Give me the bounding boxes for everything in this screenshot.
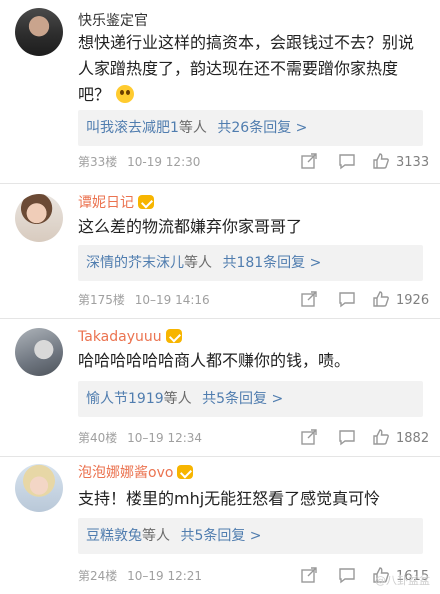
comment-icon[interactable] — [338, 428, 356, 446]
share-icon[interactable] — [300, 428, 318, 446]
username[interactable]: 谭妮日记 — [78, 194, 154, 212]
like-count: 1882 — [396, 431, 430, 446]
like-count: 1926 — [396, 293, 430, 308]
vip-badge-icon — [138, 195, 154, 209]
floor-number: 第175楼 — [78, 293, 125, 307]
username[interactable]: Takadayuuu — [78, 328, 182, 346]
floor-number: 第40楼 — [78, 431, 118, 445]
divider — [0, 456, 440, 457]
username-text[interactable]: Takadayuuu — [78, 329, 162, 345]
vip-badge-icon — [177, 465, 194, 479]
reply-preview[interactable]: 豆糕敦兔等人 共5条回复 > — [78, 518, 423, 554]
comment-text: 哈哈哈哈哈哈商人都不赚你的钱，啧。 — [78, 351, 351, 370]
reply-mid: 等人 — [142, 528, 170, 544]
reply-user[interactable]: 愉人节1919 — [86, 391, 164, 407]
username-text[interactable]: 谭妮日记 — [78, 195, 134, 211]
username-text[interactable]: 泡泡娜娜酱ovo — [78, 465, 173, 481]
divider — [0, 183, 440, 184]
avatar[interactable] — [15, 464, 63, 512]
timestamp: 10–19 12:21 — [127, 569, 203, 583]
avatar[interactable] — [15, 328, 63, 376]
comment-icon[interactable] — [338, 290, 356, 308]
reply-count[interactable]: 共5条回复 > — [202, 391, 283, 407]
comment-meta: 第175楼 10–19 14:16 — [78, 292, 210, 308]
timestamp: 10-19 12:30 — [127, 155, 201, 169]
watermark: @八卦盆盆 — [375, 574, 430, 587]
comment-meta: 第40楼 10–19 12:34 — [78, 430, 202, 446]
comment-text: 这么差的物流都嫌弃你家哥哥了 — [78, 217, 303, 236]
comment-text: 支持！楼里的mhj无能狂怒看了感觉真可怜 — [78, 489, 381, 508]
username[interactable]: 快乐鉴定官 — [78, 12, 148, 30]
reply-mid: 等人 — [178, 120, 207, 136]
like-icon[interactable] — [372, 152, 390, 170]
reply-count[interactable]: 共5条回复 > — [180, 528, 261, 544]
reply-user[interactable]: 深情的芥末沫儿 — [86, 255, 184, 271]
avatar[interactable] — [15, 194, 63, 242]
floor-number: 第24楼 — [78, 569, 118, 583]
comment-icon[interactable] — [338, 566, 356, 584]
share-icon[interactable] — [300, 152, 318, 170]
floor-number: 第33楼 — [78, 155, 118, 169]
comment-icon[interactable] — [338, 152, 356, 170]
reply-count[interactable]: 共26条回复 > — [217, 120, 307, 136]
username[interactable]: 泡泡娜娜酱ovo — [78, 464, 194, 482]
comment-meta: 第24楼 10–19 12:21 — [78, 568, 202, 584]
timestamp: 10–19 14:16 — [134, 293, 210, 307]
vip-badge-icon — [165, 329, 182, 343]
comment-text: 想快递行业这样的搞资本，会跟钱过不去？别说人家蹭热度了，韵达现在还不需要蹭你家热… — [78, 30, 423, 108]
comment-meta: 第33楼 10-19 12:30 — [78, 154, 200, 170]
like-icon[interactable] — [372, 290, 390, 308]
share-icon[interactable] — [300, 290, 318, 308]
divider — [0, 318, 440, 319]
reply-mid: 等人 — [163, 391, 192, 407]
reply-preview[interactable]: 愉人节1919等人 共5条回复 > — [78, 381, 423, 417]
surprised-face-icon — [116, 85, 135, 103]
avatar[interactable] — [15, 8, 63, 56]
reply-count[interactable]: 共181条回复 > — [222, 255, 321, 271]
like-count: 3133 — [396, 155, 430, 170]
reply-preview[interactable]: 叫我滚去减肥1等人 共26条回复 > — [78, 110, 423, 146]
reply-preview[interactable]: 深情的芥末沫儿等人 共181条回复 > — [78, 245, 423, 281]
reply-user[interactable]: 豆糕敦兔 — [86, 528, 142, 544]
like-icon[interactable] — [372, 428, 390, 446]
timestamp: 10–19 12:34 — [127, 431, 203, 445]
share-icon[interactable] — [300, 566, 318, 584]
reply-mid: 等人 — [184, 255, 212, 271]
reply-user[interactable]: 叫我滚去减肥1 — [86, 120, 179, 136]
